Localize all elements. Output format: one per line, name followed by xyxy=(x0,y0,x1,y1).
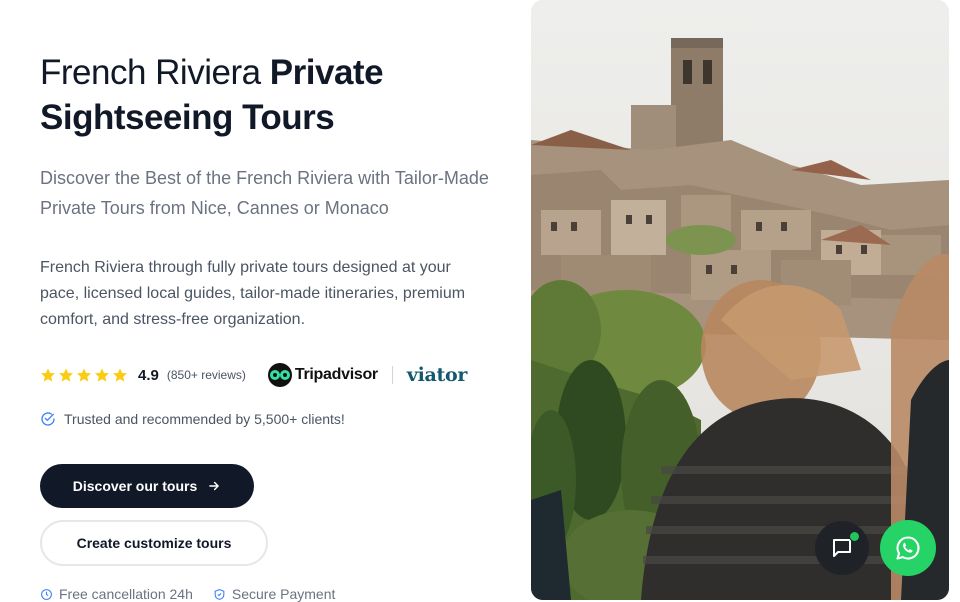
hero-description: French Riviera through fully private tou… xyxy=(40,259,466,328)
check-circle-icon xyxy=(41,412,55,426)
discover-tours-label: Discover our tours xyxy=(72,478,198,494)
discover-tours-button[interactable]: Discover our tours xyxy=(40,464,254,508)
whatsapp-icon xyxy=(896,536,920,560)
shield-check-icon xyxy=(214,588,225,600)
clock-icon xyxy=(41,588,52,600)
review-count: (850+ reviews) xyxy=(166,368,246,382)
chat-button[interactable] xyxy=(815,521,869,575)
star-icon xyxy=(95,368,109,382)
online-indicator xyxy=(849,531,860,542)
star-icon xyxy=(113,368,127,382)
arrow-right-icon xyxy=(209,481,220,491)
title-regular: French Riviera xyxy=(40,53,270,92)
tripadvisor-logo[interactable]: Tripadvisor xyxy=(267,363,378,387)
star-rating xyxy=(40,367,128,383)
hero-subtitle: Discover the Best of the French Riviera … xyxy=(40,168,489,218)
trusted-note: Trusted and recommended by 5,500+ client… xyxy=(40,411,345,427)
star-icon xyxy=(41,368,55,382)
create-custom-tour-button[interactable]: Create customize tours xyxy=(40,520,268,566)
tripadvisor-owl-icon xyxy=(267,363,292,387)
whatsapp-button[interactable] xyxy=(880,520,936,576)
logo-divider xyxy=(391,366,393,384)
tripadvisor-label: Tripadvisor xyxy=(294,366,378,383)
rating-row: 4.9 (850+ reviews) Tripadvisor viator xyxy=(40,362,467,388)
hero-image xyxy=(531,0,949,600)
trusted-text: Trusted and recommended by 5,500+ client… xyxy=(64,411,345,427)
page-title: French Riviera Private Sightseeing Tours xyxy=(40,50,500,140)
village-photo xyxy=(531,0,949,600)
hero-content: French Riviera Private Sightseeing Tours… xyxy=(40,0,510,602)
star-icon xyxy=(59,368,73,382)
rating-score: 4.9 xyxy=(138,366,159,384)
viator-logo[interactable]: viator xyxy=(407,364,468,386)
star-icon xyxy=(77,368,91,382)
